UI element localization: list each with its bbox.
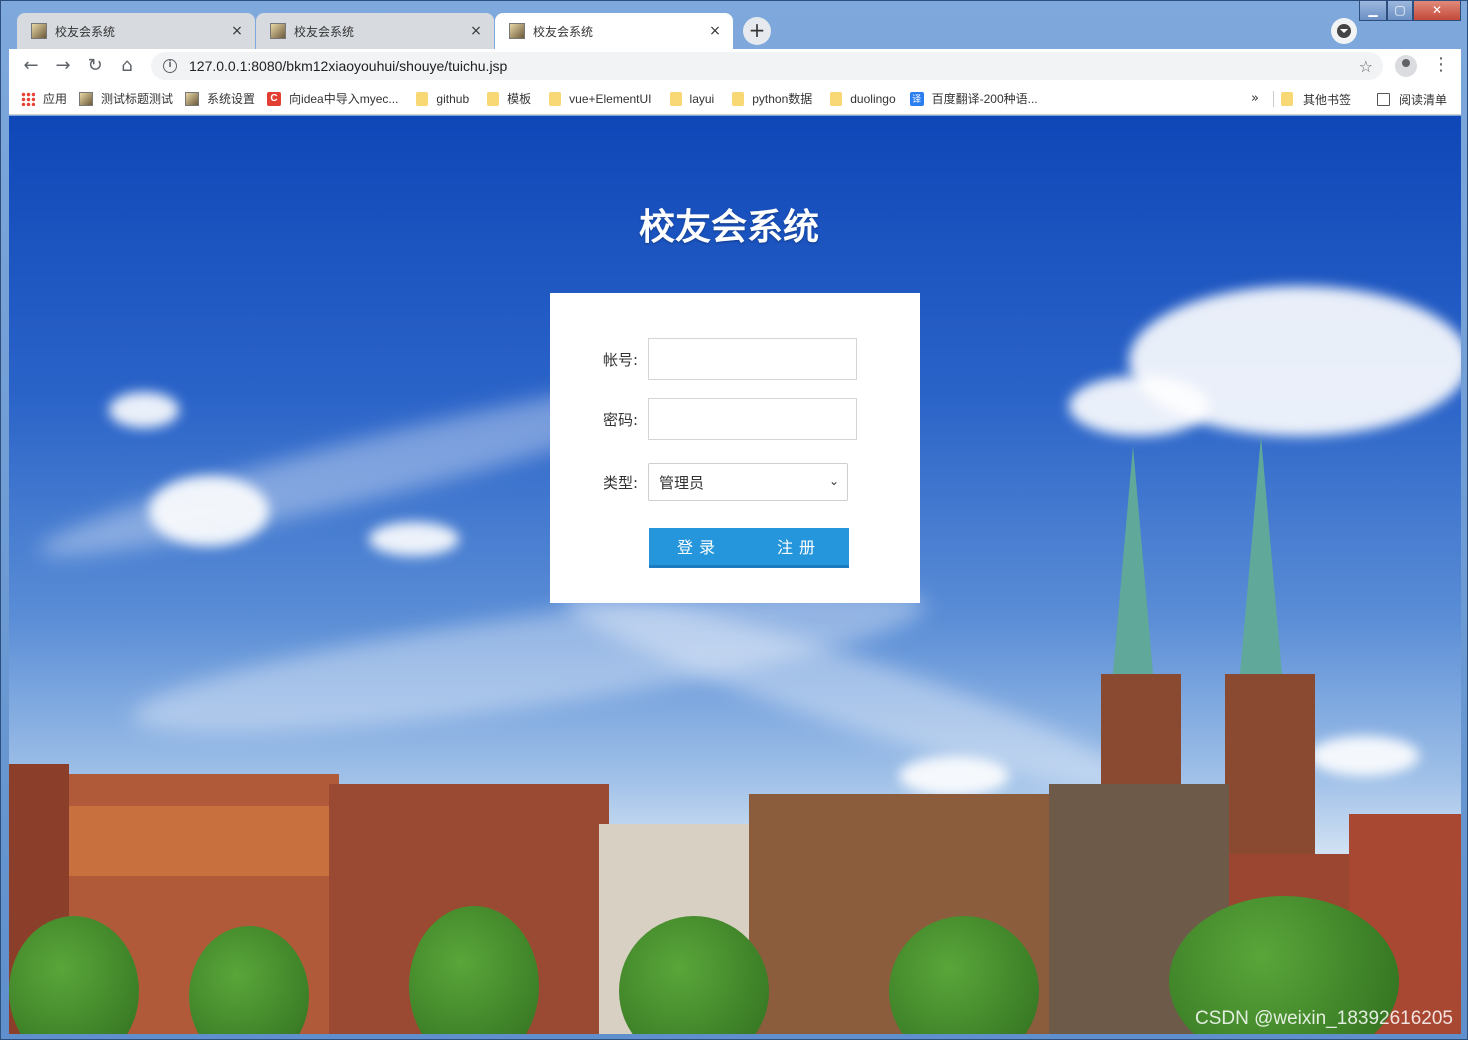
account-label: 帐号: (602, 350, 638, 369)
watermark-text: CSDN @weixin_18392616205 (1194, 1008, 1453, 1029)
tab-strip: 校友会系统 × 校友会系统 × 校友会系统 × + (9, 1, 1461, 49)
tab-close-icon[interactable]: × (229, 23, 245, 39)
bookmark-item[interactable]: 测试标题测试 (79, 90, 173, 107)
folder-icon (669, 91, 682, 106)
minimize-button[interactable]: ▁ (1359, 1, 1387, 21)
bookmark-label: 向idea中导入myec... (289, 92, 399, 106)
login-panel: 帐号: 密码: 类型: 管理员 ⌄ 登录 注册 (550, 293, 920, 603)
csdn-icon: C (267, 91, 282, 106)
maximize-button[interactable]: ▢ (1387, 1, 1413, 21)
type-select[interactable]: 管理员 ⌄ (648, 463, 848, 501)
login-button[interactable]: 登录 (649, 528, 749, 568)
info-icon[interactable]: i (163, 59, 177, 73)
cloud (1069, 376, 1209, 436)
back-arrow-icon[interactable]: ← (15, 50, 47, 82)
bookmark-item[interactable]: 系统设置 (185, 90, 255, 107)
folder-icon (487, 91, 500, 106)
reading-list-icon (1377, 92, 1390, 106)
password-input[interactable] (648, 398, 857, 440)
bookmark-label: vue+ElementUI (569, 91, 652, 106)
password-row: 密码: (550, 398, 857, 440)
type-selected-value: 管理员 (659, 473, 705, 492)
folder-icon (830, 91, 843, 106)
address-bar[interactable]: i 127.0.0.1:8080/bkm12xiaoyouhui/shouye/… (151, 52, 1383, 80)
roof (69, 806, 339, 876)
star-icon[interactable]: ☆ (1359, 57, 1373, 76)
folder-icon (416, 91, 429, 106)
cloud (899, 756, 1009, 796)
page-favicon-icon (270, 23, 286, 39)
page-title: 校友会系统 (638, 207, 819, 248)
chevron-down-icon: ⌄ (828, 474, 839, 488)
bookmark-label: github (436, 91, 470, 106)
bookmark-label: 系统设置 (207, 92, 256, 106)
page-favicon-icon (509, 23, 525, 39)
apps-icon (21, 91, 35, 106)
url-text[interactable]: 127.0.0.1:8080/bkm12xiaoyouhui/shouye/tu… (189, 58, 1359, 74)
bookmark-folder[interactable]: 模板 (487, 90, 531, 107)
register-button[interactable]: 注册 (749, 528, 849, 568)
tab-search-button[interactable] (1331, 18, 1357, 44)
tab-1[interactable]: 校友会系统 × (17, 13, 255, 49)
tab-close-icon[interactable]: × (468, 23, 484, 39)
other-bookmarks-label: 其他书签 (1303, 92, 1352, 107)
tab-title: 校友会系统 (55, 24, 116, 39)
type-label: 类型: (602, 473, 638, 492)
account-row: 帐号: (550, 338, 857, 380)
cloud (149, 476, 269, 546)
cloud (1309, 736, 1419, 776)
bookmark-label: 模板 (507, 92, 532, 106)
bookmark-label: 应用 (43, 92, 68, 106)
cloud (369, 522, 459, 556)
tab-title: 校友会系统 (533, 24, 594, 39)
home-icon[interactable]: ⌂ (111, 50, 143, 82)
cloud (109, 392, 179, 428)
reading-list-label: 阅读清单 (1399, 92, 1448, 107)
bookmark-label: 百度翻译-200种语... (931, 92, 1038, 106)
menu-icon[interactable]: ⋮ (1431, 53, 1451, 77)
folder-icon (732, 91, 745, 106)
bookmark-folder[interactable]: duolingo (830, 91, 896, 106)
bookmark-folder[interactable]: github (416, 91, 470, 106)
bookmark-apps[interactable]: 应用 (21, 90, 67, 107)
church-spire (1111, 446, 1155, 696)
bookmark-folder[interactable]: layui (669, 91, 715, 106)
bookmark-folder[interactable]: python数据 (732, 90, 812, 107)
bookmarks-divider (1273, 91, 1274, 107)
bookmark-item[interactable]: C 向idea中导入myec... (267, 90, 398, 107)
folder-icon (1281, 92, 1293, 106)
church-spire (1239, 436, 1283, 686)
profile-icon[interactable] (1395, 55, 1417, 77)
tab-title: 校友会系统 (294, 24, 355, 39)
window-close-button[interactable]: ✕ (1413, 1, 1461, 21)
bookmark-label: layui (689, 91, 715, 106)
tab-close-icon[interactable]: × (707, 23, 723, 39)
other-bookmarks[interactable]: 其他书签 (1281, 83, 1351, 115)
tab-2[interactable]: 校友会系统 × (256, 13, 494, 49)
browser-window: 校友会系统 × 校友会系统 × 校友会系统 × + ▁ ▢ ✕ ← → ↻ ⌂ … (0, 0, 1468, 1040)
password-label: 密码: (602, 410, 638, 429)
browser-toolbar: ← → ↻ ⌂ i 127.0.0.1:8080/bkm12xiaoyouhui… (9, 49, 1461, 83)
reading-list[interactable]: 阅读清单 (1377, 83, 1447, 115)
tab-3-active[interactable]: 校友会系统 × (495, 13, 733, 49)
bookmark-folder[interactable]: vue+ElementUI (549, 91, 652, 106)
bookmark-label: duolingo (850, 91, 896, 106)
bookmark-label: python数据 (752, 92, 813, 106)
page-favicon-icon (31, 23, 47, 39)
bookmark-label: 测试标题测试 (101, 92, 174, 106)
image-icon (79, 91, 94, 106)
type-row: 类型: 管理员 ⌄ (550, 463, 848, 501)
reload-icon[interactable]: ↻ (79, 50, 111, 82)
bookmarks-more-icon[interactable]: » (1251, 91, 1259, 106)
page-content: 校友会系统 帐号: 密码: 类型: 管理员 ⌄ 登录 注册 CSDN @weix… (9, 116, 1461, 1034)
fanyi-icon: 译 (909, 91, 924, 106)
folder-icon (549, 91, 562, 106)
account-input[interactable] (648, 338, 857, 380)
new-tab-button[interactable]: + (743, 17, 771, 45)
tab-search-icon (1337, 24, 1351, 38)
image-icon (185, 91, 200, 106)
bookmark-item[interactable]: 译百度翻译-200种语... (909, 90, 1038, 107)
forward-arrow-icon[interactable]: → (47, 50, 79, 82)
bookmarks-bar: 应用 测试标题测试 系统设置 C 向idea中导入myec... github 模… (9, 83, 1461, 115)
